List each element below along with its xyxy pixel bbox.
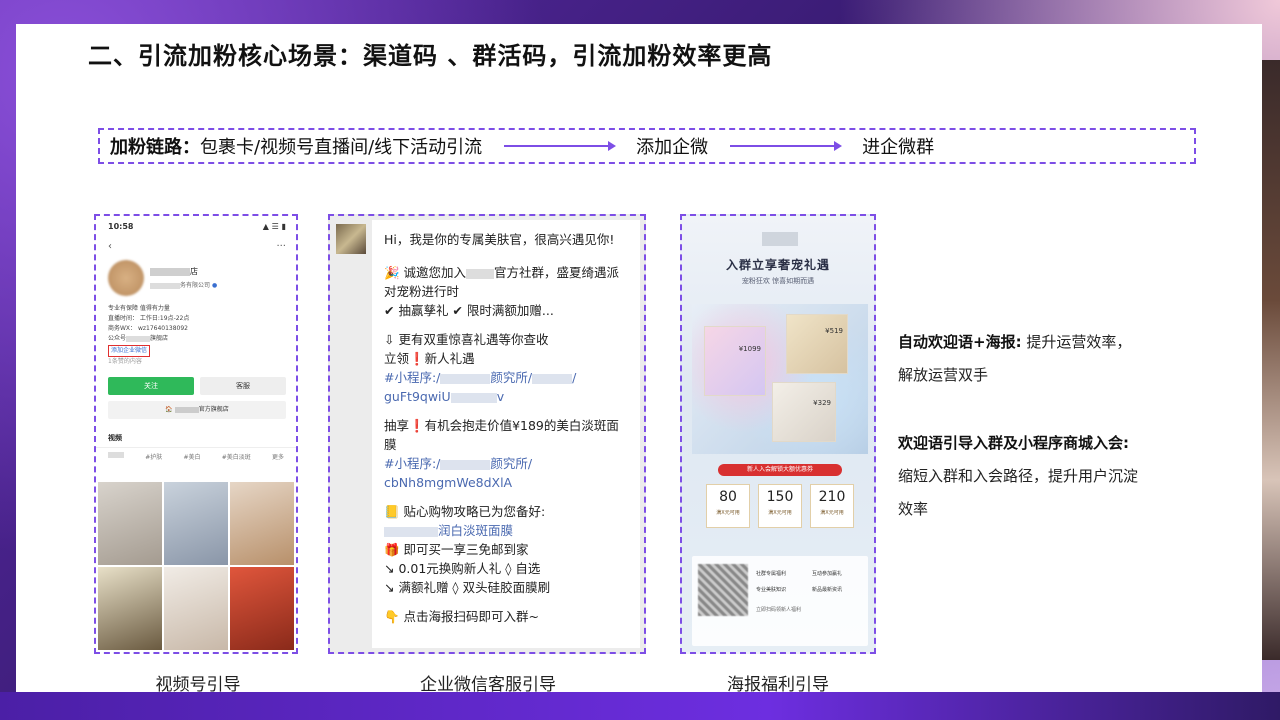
qr-code-icon[interactable] [698, 564, 748, 616]
profile-info: 专业有保障 值得有力量 直播时间： 工作日:19点-22点 商务WX： wz17… [96, 296, 296, 367]
tag-more[interactable]: 更多 [272, 452, 284, 461]
benefit-label: 互动参加赢礼 [812, 571, 843, 577]
tag-spot[interactable]: #美白淡斑 [222, 452, 251, 461]
bottom-band [0, 692, 1280, 720]
feature-1-title: 自动欢迎语+海报: [898, 333, 1022, 351]
coupon: 80 满X元可用 [706, 484, 750, 528]
wecom-chat-screenshot: Hi，我是你的专属美肤官，很高兴遇见你! 🎉 诚邀您加入 官方社群，盛夏绮遇派 对… [328, 214, 646, 654]
status-bar: 10:58 ▲ ☰ ▮ [96, 216, 296, 231]
chat-line: 🎉 诚邀您加入 官方社群，盛夏绮遇派 [384, 265, 620, 280]
topic-tags: #护肤 #美白 #美白淡斑 更多 [96, 448, 296, 465]
tag-blurred[interactable] [108, 452, 124, 458]
feature-2-desc: 缩短入群和入会路径，提升用户沉淀 [898, 467, 1139, 485]
poster-footer: 社群专属福利 互动参加赢礼 专业美肤知识 新品最新资讯 立即扫码领新人福利 [692, 556, 868, 646]
top-nav: ‹ ··· [96, 231, 296, 252]
profile-name: 店 [150, 266, 217, 277]
video-thumb[interactable] [98, 567, 162, 650]
chat-line: 立领❗新人礼遇 [384, 351, 475, 366]
info-line-1: 专业有保障 值得有力量 [108, 305, 170, 312]
tag-skincare[interactable]: #护肤 [145, 452, 162, 461]
add-wecom-link[interactable]: 添加企业微信 [108, 345, 151, 357]
poster-ribbon: 新人入会解锁大额优惠券 [718, 464, 842, 476]
coupon-row: 80 满X元可用 150 满X元可用 210 满X元可用 [706, 484, 854, 528]
chat-line: 📒 贴心购物攻略已为您备好: [384, 504, 546, 519]
status-icons: ▲ ☰ ▮ [262, 222, 286, 231]
tab-video[interactable]: 视频 [96, 419, 296, 448]
avatar [336, 224, 366, 254]
scan-hint: 立即扫码领新人福利 [756, 607, 802, 613]
feature-2-desc-2: 效率 [898, 500, 929, 518]
feature-2-title: 欢迎语引导入群及小程序商城入会: [898, 434, 1130, 452]
service-button[interactable]: 客服 [200, 377, 286, 395]
product-card: ¥1099 [704, 326, 766, 396]
chat-line: 🎁 即可买一享三免邮到家 [384, 542, 529, 557]
feature-2: 欢迎语引导入群及小程序商城入会: 缩短入群和入会路径，提升用户沉淀 效率 [898, 427, 1138, 526]
info-line-3: 商务WX： wz17640138092 [108, 325, 188, 332]
video-thumb[interactable] [230, 567, 294, 650]
feature-1-desc: 提升运营效率， [1026, 333, 1132, 351]
chat-line: 👇 点击海报扫码即可入群~ [384, 609, 540, 624]
poster-headline: 入群立享奢宠礼遇 [725, 258, 830, 272]
product-link[interactable]: 润白淡斑面膜 [384, 521, 630, 540]
chat-line: ⇩ 更有双重惊喜礼遇等你查收 [384, 332, 549, 347]
miniprogram-link[interactable]: #小程序:/颜究所// [384, 368, 630, 387]
tag-whitening[interactable]: #美白 [183, 452, 200, 461]
product-card: ¥329 [772, 382, 836, 442]
video-thumb[interactable] [164, 482, 228, 565]
benefit-label: 新品最新资讯 [812, 587, 843, 593]
miniprogram-link-code[interactable]: guFt9qwiU v [384, 387, 630, 406]
miniprogram-link-code[interactable]: cbNh8mgmWe8dXlA [384, 473, 630, 492]
chat-line: ↘ 满额礼赠 ◊ 双头硅胶面膜刷 [384, 580, 551, 595]
more-icon[interactable]: ··· [276, 241, 286, 252]
profile-company: 务有限公司 ● [150, 280, 217, 289]
coupon: 150 满X元可用 [758, 484, 802, 528]
chain-step-1: 包裹卡/视频号直播间/线下活动引流 [200, 137, 483, 158]
funnel-chain: 加粉链路： 包裹卡/视频号直播间/线下活动引流 添加企微 进企微群 [98, 128, 1196, 164]
follow-button[interactable]: 关注 [108, 377, 194, 395]
video-thumb[interactable] [98, 482, 162, 565]
video-thumb[interactable] [230, 482, 294, 565]
clock: 10:58 [108, 222, 134, 231]
shop-button[interactable]: 🏠 官方旗舰店 [108, 401, 286, 419]
chat-line: 抽享❗有机会抱走价值¥189的美白淡斑面 [384, 418, 619, 433]
arrow-icon [730, 141, 843, 151]
back-icon[interactable]: ‹ [108, 241, 112, 252]
info-line-4: 公众号 旗舰店 [108, 335, 169, 342]
chat-line: 对宠粉进行时 [384, 284, 460, 299]
product-card: ¥519 [786, 314, 848, 374]
chain-lead: 加粉链路： [110, 137, 200, 158]
video-grid [98, 482, 294, 650]
arrow-icon [504, 141, 617, 151]
video-channel-screenshot: 10:58 ▲ ☰ ▮ ‹ ··· 店 务有限公司 ● 专业有保障 值得有力量 … [94, 214, 298, 654]
miniprogram-link[interactable]: #小程序:/颜究所/ [384, 454, 630, 473]
chat-line: ✔ 抽赢孳礼 ✔ 限时满额加赠... [384, 303, 554, 318]
info-line-6: 1条赞的内容 [108, 358, 142, 365]
video-thumb[interactable] [164, 567, 228, 650]
action-buttons: 关注 客服 [96, 367, 296, 395]
chain-step-3: 进企微群 [862, 137, 935, 158]
info-line-2: 直播时间： 工作日:19点-22点 [108, 315, 190, 322]
chat-line: 膜 [384, 437, 397, 452]
caption-wecom: 企业微信客服引导 [420, 675, 556, 695]
chat-bubble: Hi，我是你的专属美肤官，很高兴遇见你! 🎉 诚邀您加入 官方社群，盛夏绮遇派 对… [372, 220, 640, 648]
poster-subtitle: 宠粉狂欢 惊喜如期而遇 [741, 277, 815, 285]
caption-video: 视频号引导 [155, 675, 241, 695]
slide: 二、引流加粉核心场景：渠道码 、群活码，引流加粉效率更高 加粉链路： 包裹卡/视… [16, 24, 1262, 695]
chat-line: ↘ 0.01元换购新人礼 ◊ 自选 [384, 561, 541, 576]
benefit-label: 专业美肤知识 [756, 587, 787, 593]
benefit-label: 社群专属福利 [756, 571, 787, 577]
decorative-strip [1262, 60, 1280, 660]
feature-1-desc-2: 解放运营双手 [898, 366, 989, 384]
coupon: 210 满X元可用 [810, 484, 854, 528]
caption-poster: 海报福利引导 [727, 675, 829, 695]
avatar [108, 260, 144, 296]
profile-header: 店 务有限公司 ● [96, 252, 296, 296]
chain-step-2: 添加企微 [636, 137, 709, 158]
slide-title: 二、引流加粉核心场景：渠道码 、群活码，引流加粉效率更高 [88, 42, 773, 70]
poster-screenshot: 入群立享奢宠礼遇 宠粉狂欢 惊喜如期而遇 ¥1099 ¥519 ¥329 新人入… [680, 214, 876, 654]
chat-line: Hi，我是你的专属美肤官，很高兴遇见你! [384, 232, 615, 247]
feature-1: 自动欢迎语+海报: 提升运营效率， 解放运营双手 [898, 326, 1131, 392]
brand-logo [762, 232, 798, 246]
